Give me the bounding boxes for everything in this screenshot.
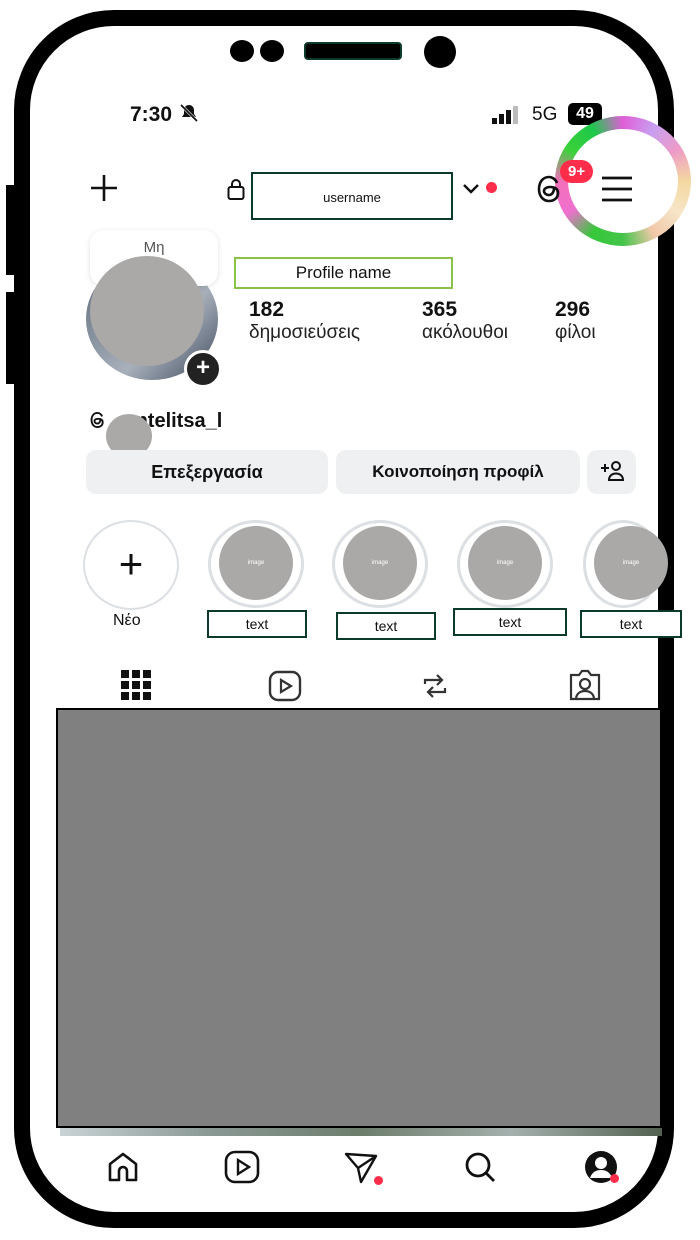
nav-home[interactable] [106, 1150, 140, 1189]
stat-number: 182 [249, 298, 285, 321]
stat-friends[interactable]: 296 φίλοι [555, 298, 596, 344]
tab-tagged[interactable] [567, 668, 603, 707]
unread-dot [610, 1174, 619, 1183]
notification-badge: 9+ [560, 160, 594, 183]
tab-grid[interactable] [121, 670, 151, 705]
chevron-down-icon[interactable] [461, 182, 481, 201]
nav-messages[interactable] [343, 1150, 383, 1189]
highlight-label: text [580, 610, 682, 638]
network-type: 5G [532, 104, 558, 125]
stat-posts[interactable]: 182 δημοσιεύσεις [249, 298, 360, 344]
add-person-button[interactable] [587, 450, 636, 494]
signal-icon [492, 106, 522, 129]
speaker-bar [304, 42, 402, 60]
highlight-image: image [343, 526, 417, 600]
plus-icon[interactable] [88, 172, 120, 209]
new-highlight-button[interactable]: + [83, 520, 179, 610]
share-profile-button[interactable]: Κοινοποίηση προφίλ [336, 450, 580, 494]
nav-search[interactable] [463, 1150, 497, 1189]
tagged-icon [569, 669, 601, 701]
threads-icon [90, 411, 104, 429]
unread-dot [486, 182, 497, 193]
avatar-placeholder [90, 256, 204, 366]
unread-dot [374, 1176, 383, 1185]
nav-reels[interactable] [224, 1150, 260, 1189]
profile-name: Profile name [234, 257, 453, 289]
home-icon [108, 1152, 138, 1182]
new-highlight-label: Νέο [113, 612, 141, 629]
highlight-image: image [594, 526, 668, 600]
add-person-icon [600, 461, 624, 481]
sensor-dot [230, 40, 254, 62]
highlight-image: image [219, 526, 293, 600]
highlight-label: text [336, 612, 436, 640]
phone-side-button [6, 292, 14, 384]
repost-icon [423, 674, 447, 698]
status-time: 7:30 [130, 102, 200, 127]
stat-label: δημοσιεύσεις [249, 322, 361, 343]
highlight-image: image [468, 526, 542, 600]
reels-icon [224, 1150, 260, 1184]
lock-icon [226, 177, 246, 206]
username-field[interactable]: username [251, 172, 453, 220]
menu-icon[interactable] [600, 174, 634, 209]
stat-followers[interactable]: 365 ακόλουθοι [422, 298, 508, 344]
posts-grid[interactable] [56, 708, 662, 1128]
grid-icon [121, 670, 151, 700]
phone-side-button [6, 185, 14, 275]
highlight-label: text [453, 608, 567, 636]
front-camera [424, 36, 456, 68]
tab-reposts[interactable] [419, 670, 451, 707]
bell-muted-icon [179, 103, 198, 123]
reels-icon [268, 670, 302, 702]
posts-preview-strip [60, 1128, 662, 1136]
add-story-icon[interactable]: + [184, 350, 222, 388]
tab-reels[interactable] [268, 670, 302, 707]
stat-number: 296 [555, 298, 591, 321]
sensor-dot [260, 40, 284, 62]
edit-profile-button[interactable]: Επεξεργασία [86, 450, 328, 494]
stat-label: φίλοι [555, 322, 596, 343]
stat-number: 365 [422, 298, 458, 321]
highlight-label: text [207, 610, 307, 638]
nav-profile[interactable] [584, 1150, 619, 1189]
stat-label: ακόλουθοι [422, 322, 508, 343]
search-icon [465, 1152, 495, 1182]
